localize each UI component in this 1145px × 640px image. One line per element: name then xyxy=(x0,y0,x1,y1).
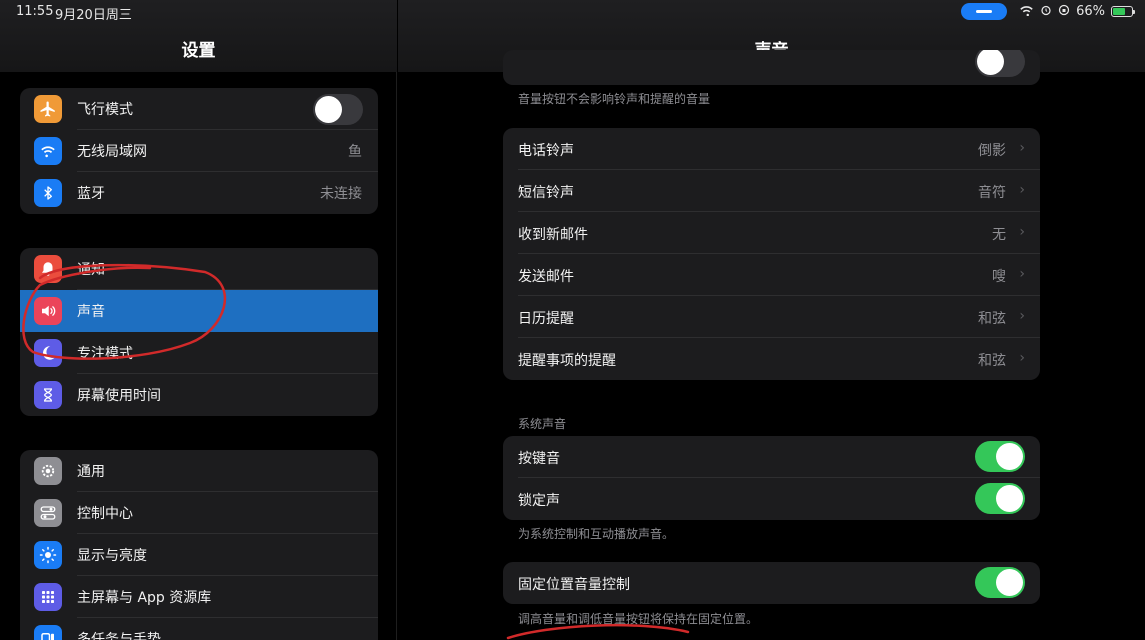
status-date: 9月20日周三 xyxy=(55,8,132,23)
volume-note: 音量按钮不会影响铃声和提醒的音量 xyxy=(518,92,711,106)
sound-row-text-tone[interactable]: 短信铃声 音符 › xyxy=(503,170,1040,212)
row-value: 倒影 xyxy=(978,143,1006,159)
keyboard-clicks-row: 按键音 xyxy=(503,436,1040,478)
row-value: 音符 xyxy=(978,185,1006,201)
sidebar-item-label: 蓝牙 xyxy=(77,186,105,202)
status-time: 11:55 xyxy=(16,4,54,19)
system-sounds-header: 系统声音 xyxy=(518,417,567,431)
sidebar-item-label: 显示与亮度 xyxy=(77,548,147,564)
red-annotation-stroke xyxy=(506,623,690,640)
toggles-icon xyxy=(34,499,62,527)
notifications-group: 通知 声音 专注模式 屏幕使用时间 xyxy=(20,248,378,416)
sidebar-item-notifications[interactable]: 通知 xyxy=(20,248,378,290)
lock-sound-row: 锁定声 xyxy=(503,478,1040,520)
status-indicators: 66% xyxy=(961,3,1135,20)
bluetooth-icon xyxy=(34,179,62,207)
general-group: 通用 控制中心 显示与亮度 主屏幕与 App 资源库 多任务与手势 xyxy=(20,450,378,640)
row-label: 锁定声 xyxy=(518,493,560,509)
sounds-list-group: 电话铃声 倒影 › 短信铃声 音符 › 收到新邮件 无 › 发送邮件 嗖 › 日… xyxy=(503,128,1040,380)
chevron-right-icon: › xyxy=(1019,224,1025,240)
row-label: 提醒事项的提醒 xyxy=(518,353,616,369)
fixed-volume-row: 固定位置音量控制 xyxy=(503,562,1040,604)
wifi-icon xyxy=(34,137,62,165)
row-label: 发送邮件 xyxy=(518,269,574,285)
hourglass-icon xyxy=(34,381,62,409)
row-label: 日历提醒 xyxy=(518,311,574,327)
sidebar-item-wifi[interactable]: 无线局域网 鱼 xyxy=(20,130,378,172)
sidebar-item-home-screen[interactable]: 主屏幕与 App 资源库 xyxy=(20,576,378,618)
chevron-right-icon: › xyxy=(1019,182,1025,198)
moon-icon xyxy=(34,339,62,367)
connectivity-group: 飞行模式 无线局域网 鱼 蓝牙 未连接 xyxy=(20,88,378,214)
sidebar-item-sounds[interactable]: 声音 xyxy=(20,290,378,332)
wifi-status-icon xyxy=(1019,4,1034,20)
system-sounds-group: 按键音 锁定声 xyxy=(503,436,1040,520)
sidebar-item-label: 无线局域网 xyxy=(77,144,147,160)
row-label: 收到新邮件 xyxy=(518,227,588,243)
fixed-volume-group: 固定位置音量控制 xyxy=(503,562,1040,604)
sidebar-item-control-center[interactable]: 控制中心 xyxy=(20,492,378,534)
volume-buttons-group xyxy=(503,50,1040,85)
sidebar-item-display[interactable]: 显示与亮度 xyxy=(20,534,378,576)
system-sounds-note: 为系统控制和互动播放声音。 xyxy=(518,527,675,541)
sound-row-sent-mail[interactable]: 发送邮件 嗖 › xyxy=(503,254,1040,296)
chevron-right-icon: › xyxy=(1019,266,1025,282)
lock-sound-toggle[interactable] xyxy=(975,483,1025,514)
row-value: 和弦 xyxy=(978,311,1006,327)
row-label: 按键音 xyxy=(518,451,560,467)
sidebar-item-label: 通用 xyxy=(77,464,105,480)
multitask-icon xyxy=(34,625,62,640)
sidebar-item-airplane-mode[interactable]: 飞行模式 xyxy=(20,88,378,130)
sidebar-item-label: 通知 xyxy=(77,262,105,278)
row-value: 无 xyxy=(992,227,1006,243)
wifi-network-value: 鱼 xyxy=(348,144,362,160)
sidebar-item-focus[interactable]: 专注模式 xyxy=(20,332,378,374)
sidebar-item-multitasking[interactable]: 多任务与手势 xyxy=(20,618,378,640)
chevron-right-icon: › xyxy=(1019,140,1025,156)
sun-icon xyxy=(34,541,62,569)
airplane-icon xyxy=(34,95,62,123)
sidebar-item-label: 屏幕使用时间 xyxy=(77,388,161,404)
screen-recording-pill-icon[interactable] xyxy=(961,3,1008,20)
change-with-buttons-toggle[interactable] xyxy=(975,50,1025,77)
row-value: 嗖 xyxy=(992,269,1006,285)
row-label: 电话铃声 xyxy=(518,143,574,159)
row-label: 短信铃声 xyxy=(518,185,574,201)
sidebar-item-label: 飞行模式 xyxy=(77,102,133,118)
alarm-icon xyxy=(1040,4,1052,20)
fixed-volume-toggle[interactable] xyxy=(975,567,1025,598)
row-label: 固定位置音量控制 xyxy=(518,577,630,593)
sidebar-item-label: 专注模式 xyxy=(77,346,133,362)
chevron-right-icon: › xyxy=(1019,350,1025,366)
speaker-icon xyxy=(34,297,62,325)
row-value: 和弦 xyxy=(978,353,1006,369)
sidebar-item-label: 控制中心 xyxy=(77,506,133,522)
sound-row-calendar-alerts[interactable]: 日历提醒 和弦 › xyxy=(503,296,1040,338)
keyboard-clicks-toggle[interactable] xyxy=(975,441,1025,472)
sidebar-item-label: 声音 xyxy=(77,304,105,320)
sound-row-new-mail[interactable]: 收到新邮件 无 › xyxy=(503,212,1040,254)
sidebar: 设置 飞行模式 无线局域网 鱼 蓝牙 未连接 通知 声音 专注模式 屏幕使用时间… xyxy=(0,0,397,640)
sidebar-item-general[interactable]: 通用 xyxy=(20,450,378,492)
sounds-detail-pane: 声音 音量按钮不会影响铃声和提醒的音量 电话铃声 倒影 › 短信铃声 音符 › … xyxy=(398,0,1145,640)
bluetooth-status-value: 未连接 xyxy=(320,186,362,202)
sound-row-ringtone[interactable]: 电话铃声 倒影 › xyxy=(503,128,1040,170)
status-bar: 11:55 9月20日周三 66% xyxy=(0,0,1145,24)
sidebar-item-bluetooth[interactable]: 蓝牙 未连接 xyxy=(20,172,378,214)
grid-icon xyxy=(34,583,62,611)
airplane-mode-toggle[interactable] xyxy=(313,94,363,125)
sound-row-reminder-alerts[interactable]: 提醒事项的提醒 和弦 › xyxy=(503,338,1040,380)
gear-icon xyxy=(34,457,62,485)
sidebar-title: 设置 xyxy=(181,41,216,61)
battery-percent: 66% xyxy=(1076,4,1105,19)
chevron-right-icon: › xyxy=(1019,308,1025,324)
fixed-volume-note: 调高音量和调低音量按钮将保持在固定位置。 xyxy=(518,612,759,626)
battery-icon xyxy=(1111,6,1135,17)
bell-icon xyxy=(34,255,62,283)
sidebar-item-label: 多任务与手势 xyxy=(77,632,161,640)
sidebar-item-screen-time[interactable]: 屏幕使用时间 xyxy=(20,374,378,416)
orientation-lock-icon xyxy=(1058,4,1070,20)
sidebar-item-label: 主屏幕与 App 资源库 xyxy=(77,590,212,606)
